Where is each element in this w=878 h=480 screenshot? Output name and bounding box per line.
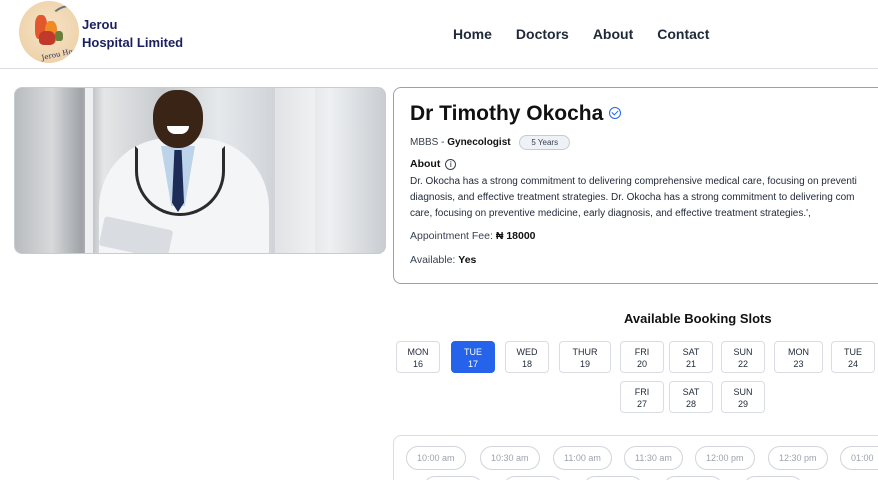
hospital-logo[interactable]: Jerou Hospital Ltd. xyxy=(19,1,79,63)
about-line: diagnosis, and effective treatment strat… xyxy=(410,192,855,203)
logo-figure xyxy=(55,31,63,41)
appointment-fee: Appointment Fee: ₦ 18000 xyxy=(410,230,536,242)
time-slot[interactable]: 12:30 pm xyxy=(768,446,828,470)
day-date: 20 xyxy=(636,359,647,369)
about-line: care, focusing on preventive medicine, e… xyxy=(410,208,811,219)
photo-head xyxy=(153,90,203,148)
day-slot[interactable]: FRI 27 xyxy=(620,381,664,413)
day-label: FRI xyxy=(634,347,650,357)
day-date: 27 xyxy=(636,399,647,409)
photo-background xyxy=(275,88,315,253)
time-slot[interactable]: 01:00 xyxy=(840,446,878,470)
day-date: 24 xyxy=(847,359,858,369)
time-slot[interactable]: 12:00 pm xyxy=(695,446,755,470)
about-heading: About i xyxy=(410,158,457,170)
doctor-degree: MBBS - xyxy=(410,137,448,148)
day-label: MON xyxy=(407,347,429,357)
day-slot[interactable]: MON 23 xyxy=(774,341,823,373)
day-slot[interactable]: SAT 21 xyxy=(669,341,713,373)
day-label: WED xyxy=(516,347,538,357)
day-date: 23 xyxy=(793,359,804,369)
doctor-info-card: Dr Timothy Okocha MBBS - Gynecologist 5 … xyxy=(393,87,878,284)
logo-figure xyxy=(39,31,55,45)
experience-badge: 5 Years xyxy=(519,135,571,150)
about-line: Dr. Okocha has a strong commitment to de… xyxy=(410,176,857,187)
nav-about[interactable]: About xyxy=(593,26,633,42)
day-date: 22 xyxy=(737,359,748,369)
day-label: TUE xyxy=(464,347,482,357)
photo-background xyxy=(85,88,93,253)
day-label: MON xyxy=(788,347,809,357)
day-date: 19 xyxy=(579,359,590,369)
doctor-specialty: Gynecologist xyxy=(447,137,511,148)
time-slot[interactable] xyxy=(583,476,643,480)
day-date: 16 xyxy=(412,359,423,369)
day-date: 28 xyxy=(685,399,696,409)
available-label: Available: xyxy=(410,254,459,266)
time-slot[interactable]: 11:30 am xyxy=(624,446,683,470)
day-date: 18 xyxy=(521,359,532,369)
day-slot[interactable]: THUR 19 xyxy=(559,341,611,373)
doctor-name: Dr Timothy Okocha xyxy=(410,102,604,125)
time-slot[interactable]: 10:30 am xyxy=(480,446,540,470)
time-slot[interactable]: 10:00 am xyxy=(406,446,466,470)
doctor-photo xyxy=(14,87,386,254)
day-date: 21 xyxy=(685,359,696,369)
day-slot[interactable]: WED 18 xyxy=(505,341,549,373)
verified-icon xyxy=(609,107,622,119)
available-value: Yes xyxy=(458,254,477,266)
day-date: 17 xyxy=(467,359,478,369)
day-label: SAT xyxy=(682,387,700,397)
doctor-name-row: Dr Timothy Okocha xyxy=(410,102,622,126)
time-slot[interactable] xyxy=(503,476,563,480)
day-label: SAT xyxy=(682,347,700,357)
availability: Available: Yes xyxy=(410,254,476,266)
day-label: SUN xyxy=(733,347,753,357)
nav-home[interactable]: Home xyxy=(453,26,492,42)
day-slot-selected[interactable]: TUE 17 xyxy=(451,341,495,373)
day-slot[interactable]: SUN 29 xyxy=(721,381,765,413)
day-slot[interactable]: TUE 24 xyxy=(831,341,875,373)
day-label: TUE xyxy=(844,347,862,357)
day-slot[interactable]: FRI 20 xyxy=(620,341,664,373)
brand-line-2: Hospital Limited xyxy=(82,35,184,50)
booking-slots-title: Available Booking Slots xyxy=(624,311,772,326)
day-slot[interactable]: MON 16 xyxy=(396,341,440,373)
about-heading-label: About xyxy=(410,158,441,170)
info-icon: i xyxy=(445,159,457,170)
day-date: 29 xyxy=(737,399,748,409)
day-label: THUR xyxy=(572,347,598,357)
time-slot[interactable] xyxy=(743,476,803,480)
site-header: Jerou Hospital Ltd. Jerou Hospital Limit… xyxy=(0,0,878,69)
nav-contact[interactable]: Contact xyxy=(657,26,709,42)
nav-doctors[interactable]: Doctors xyxy=(516,26,569,42)
day-slot[interactable]: SUN 22 xyxy=(721,341,765,373)
main-nav: Home Doctors About Contact xyxy=(453,26,733,42)
time-slot[interactable] xyxy=(423,476,483,480)
time-slot[interactable]: 11:00 am xyxy=(553,446,612,470)
brand-line-1: Jerou xyxy=(82,17,118,32)
about-text: Dr. Okocha has a strong commitment to de… xyxy=(410,174,878,222)
time-slot[interactable] xyxy=(663,476,723,480)
fee-label: Appointment Fee: xyxy=(410,230,496,242)
fee-value: ₦ 18000 xyxy=(495,230,536,242)
brand-name[interactable]: Jerou Hospital Limited xyxy=(82,16,183,52)
day-label: SUN xyxy=(733,387,753,397)
day-label: FRI xyxy=(634,387,650,397)
doctor-degree-row: MBBS - Gynecologist 5 Years xyxy=(410,135,571,150)
day-slot[interactable]: SAT 28 xyxy=(669,381,713,413)
